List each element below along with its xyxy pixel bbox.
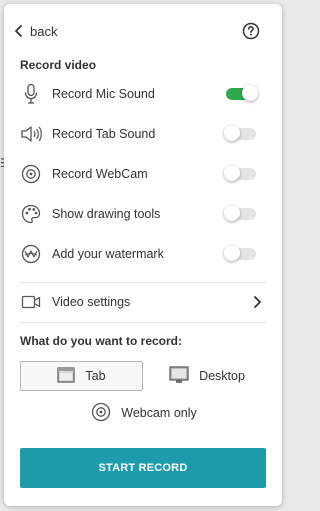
speaker-icon	[20, 123, 42, 145]
option-label: Show drawing tools	[52, 207, 161, 221]
microphone-icon	[20, 83, 42, 105]
record-popup-panel: back Record video Record Mic Sound Recor…	[4, 4, 282, 506]
video-settings-row[interactable]: Video settings	[20, 286, 266, 318]
back-label: back	[30, 23, 58, 39]
option-label: Record Mic Sound	[52, 87, 155, 101]
video-camera-icon	[20, 291, 42, 313]
option-add-watermark: Add your watermark	[20, 238, 266, 270]
option-label: Record WebCam	[52, 167, 148, 181]
help-icon[interactable]	[242, 22, 260, 40]
tab-window-icon	[57, 366, 76, 386]
record-tab-button[interactable]: Tab	[20, 361, 143, 391]
chevron-left-icon	[14, 24, 24, 38]
record-webcam-only-button[interactable]: Webcam only	[74, 398, 214, 428]
divider	[20, 322, 266, 323]
chevron-right-icon	[252, 295, 262, 309]
record-desktop-button[interactable]: Desktop	[154, 361, 260, 391]
option-label: Add your watermark	[52, 247, 164, 261]
webcam-icon	[91, 402, 111, 425]
start-record-button[interactable]: START RECORD	[20, 448, 266, 488]
palette-icon	[20, 203, 42, 225]
watermark-toggle[interactable]	[224, 245, 256, 261]
mic-sound-toggle[interactable]	[226, 85, 258, 101]
option-record-webcam: Record WebCam	[20, 158, 266, 190]
tab-label: Tab	[85, 369, 106, 383]
tab-sound-toggle[interactable]	[224, 125, 256, 141]
desktop-monitor-icon	[169, 365, 189, 387]
record-target-question: What do you want to record:	[20, 334, 182, 348]
option-show-drawing-tools: Show drawing tools	[20, 198, 266, 230]
webcam-icon	[20, 163, 42, 185]
drawing-tools-toggle[interactable]	[224, 205, 256, 221]
option-record-tab-sound: Record Tab Sound	[20, 118, 266, 150]
divider	[20, 282, 266, 283]
desktop-label: Desktop	[199, 369, 245, 383]
record-video-heading: Record video	[20, 58, 97, 72]
back-button[interactable]: back	[14, 20, 57, 42]
option-record-mic-sound: Record Mic Sound	[20, 78, 266, 110]
webcam-toggle[interactable]	[224, 165, 256, 181]
option-label: Record Tab Sound	[52, 127, 156, 141]
watermark-icon	[20, 243, 42, 265]
video-settings-label: Video settings	[52, 295, 131, 309]
webcam-only-label: Webcam only	[121, 406, 197, 420]
popup-header: back	[4, 4, 282, 54]
